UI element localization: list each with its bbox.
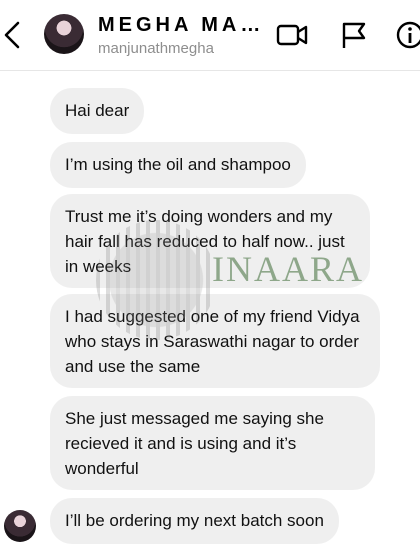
message-bubble[interactable]: I’m using the oil and shampoo <box>50 142 306 188</box>
video-call-icon <box>276 24 308 46</box>
message-bubble[interactable]: Trust me it’s doing wonders and my hair … <box>50 194 370 288</box>
profile-avatar[interactable] <box>44 14 84 54</box>
message-thread: Hai dear I’m using the oil and shampoo T… <box>0 70 420 560</box>
flag-icon <box>342 22 366 48</box>
back-button[interactable] <box>2 18 26 52</box>
chat-header: MEGHA MA… manjunathmegha <box>0 0 420 71</box>
info-icon <box>396 21 420 49</box>
message-bubble[interactable]: Hai dear <box>50 88 145 134</box>
video-call-button[interactable] <box>276 20 308 50</box>
report-button[interactable] <box>338 20 370 50</box>
back-icon <box>4 21 20 49</box>
message-bubble[interactable]: She just messaged me saying she recieved… <box>50 396 375 490</box>
message-bubble[interactable]: I had suggested one of my friend Vidya w… <box>50 294 380 388</box>
contact-name[interactable]: MEGHA MA… <box>98 14 264 37</box>
contact-username[interactable]: manjunathmegha <box>98 40 214 57</box>
sender-avatar <box>4 510 36 542</box>
message-bubble[interactable]: I’ll be ordering my next batch soon <box>50 498 339 544</box>
info-button[interactable] <box>394 20 420 50</box>
chat-screen: MEGHA MA… manjunathmegha Hai dear I’m us… <box>0 0 420 560</box>
